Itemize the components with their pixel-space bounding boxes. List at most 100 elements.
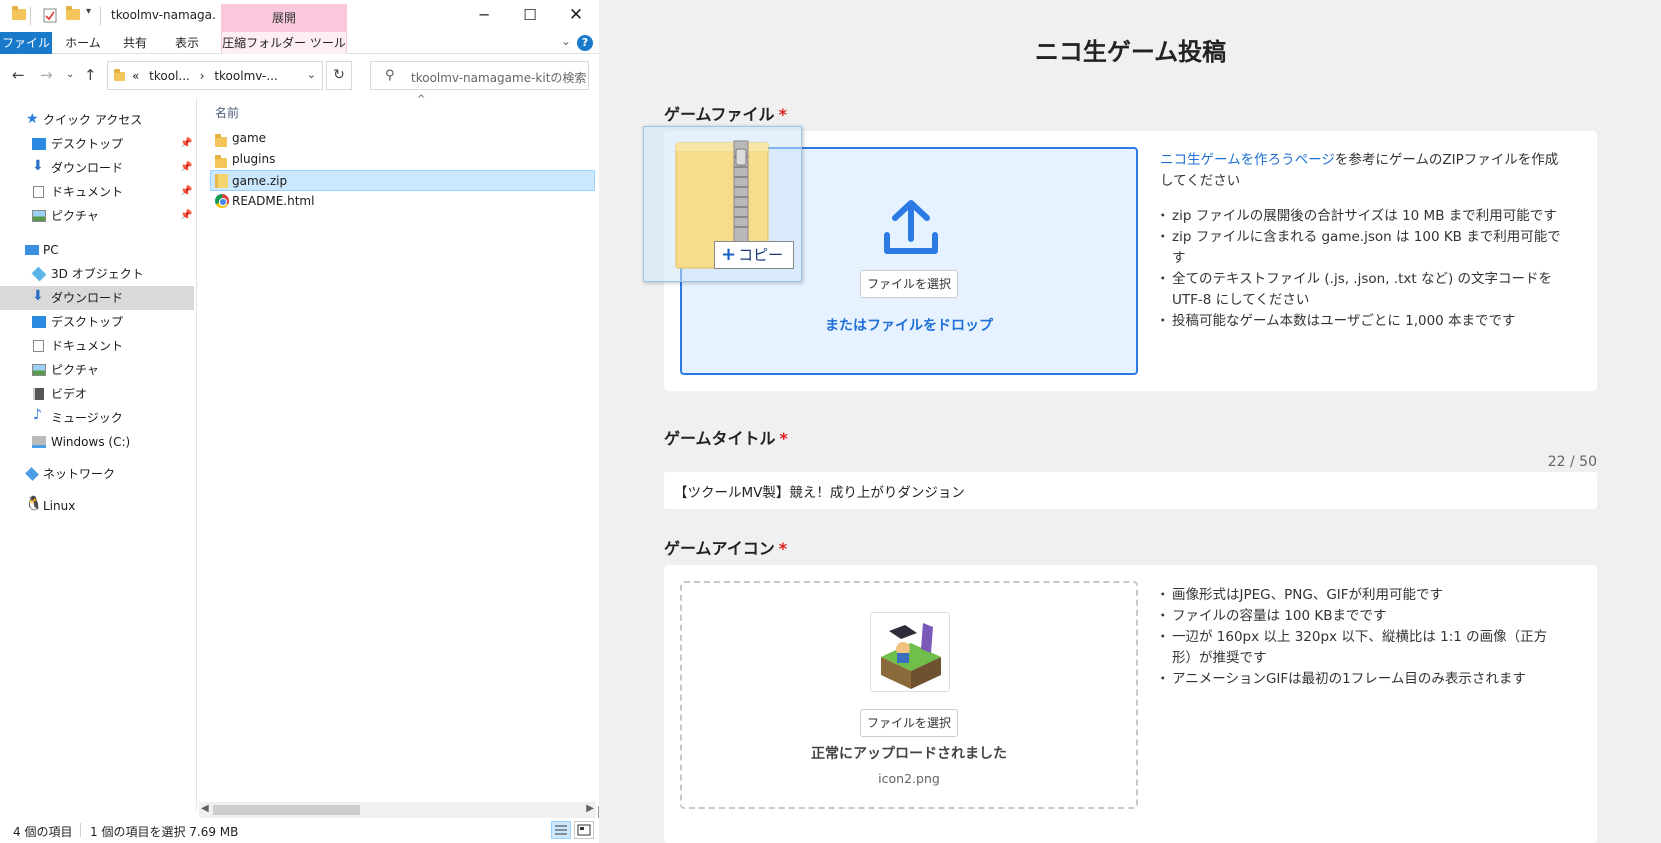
qat-dropdown-icon[interactable]: ▾ — [86, 6, 91, 17]
nav-quick-access[interactable]: ★ クイック アクセス — [0, 108, 194, 132]
chevron-down-icon[interactable]: ⌄ — [307, 68, 316, 81]
search-input[interactable]: ⚲ tkoolmv-namagame-kitの検索 — [370, 61, 589, 90]
nav-label: ダウンロード — [51, 291, 124, 305]
game-title-input[interactable]: 【ツクールMV製】競え！成り上がりダンジョン — [664, 472, 1597, 509]
pc-icon — [25, 245, 39, 255]
forward-arrow-icon[interactable]: → — [40, 66, 53, 84]
chrome-icon — [215, 194, 229, 208]
title-char-count: 22 / 50 — [1547, 454, 1597, 470]
copy-badge: + コピー — [714, 241, 794, 269]
rule-item: 投稿可能なゲーム本数はユーザごとに 1,000 本までです — [1156, 311, 1570, 332]
scrollbar-thumb[interactable] — [213, 805, 360, 815]
file-row-game[interactable]: game — [211, 128, 596, 149]
tab-view[interactable]: 表示 — [164, 32, 210, 54]
context-tab-header[interactable]: 展開 — [221, 4, 347, 32]
back-arrow-icon[interactable]: ← — [12, 66, 25, 84]
separator — [100, 7, 101, 25]
scroll-right-arrow-icon[interactable]: ▶ — [586, 803, 594, 814]
address-path: « tkool... › tkoolmv-... — [132, 69, 278, 83]
nav-pc-videos[interactable]: ビデオ — [0, 382, 194, 406]
choose-icon-button[interactable]: ファイルを選択 — [860, 709, 958, 737]
nav-pictures[interactable]: ピクチャ 📌 — [0, 204, 194, 228]
nav-3d-objects[interactable]: 3D オブジェクト — [0, 262, 194, 286]
nav-pc[interactable]: PC — [0, 238, 194, 262]
upload-icon — [884, 200, 938, 254]
pin-icon[interactable]: 📌 — [180, 204, 192, 228]
pin-icon[interactable]: 📌 — [180, 156, 192, 180]
file-row-readme[interactable]: README.html — [211, 191, 596, 212]
nav-label: ミュージック — [51, 411, 123, 425]
ribbon-tabs: ファイル ホーム 共有 表示 圧縮フォルダー ツール ⌄ ? — [0, 32, 599, 54]
nav-label: 3D オブジェクト — [51, 267, 144, 281]
sort-ascending-icon: ^ — [417, 94, 426, 105]
refresh-button[interactable]: ↻ — [326, 61, 352, 90]
zip-folder-icon — [215, 174, 228, 188]
required-mark: * — [779, 429, 788, 448]
game-icon-image — [871, 613, 949, 691]
required-mark: * — [778, 105, 787, 124]
desktop-icon — [32, 316, 46, 328]
large-icons-view-button[interactable] — [574, 821, 594, 839]
create-game-link[interactable]: ニコ生ゲームを作ろうページ — [1160, 152, 1335, 168]
rule-item: アニメーションGIFは最初の1フレーム目のみ表示されます — [1156, 669, 1560, 690]
properties-icon[interactable] — [43, 8, 57, 23]
status-bar: 4 個の項目 1 個の項目を選択 7.69 MB — [0, 818, 599, 843]
file-name: game.zip — [232, 174, 288, 188]
close-button[interactable]: ✕ — [553, 0, 599, 30]
nav-label: ピクチャ — [51, 363, 99, 377]
nav-desktop[interactable]: デスクトップ 📌 — [0, 132, 194, 156]
recent-dropdown-icon[interactable]: ⌄ — [66, 69, 74, 80]
large-icons-view-icon — [577, 824, 591, 836]
nav-documents[interactable]: ドキュメント 📌 — [0, 180, 194, 204]
game-file-card: ファイルを選択 またはファイルをドロップ ニコ生ゲームを作ろうページを参考にゲー… — [664, 131, 1597, 391]
nav-pc-desktop[interactable]: デスクトップ — [0, 310, 194, 334]
search-placeholder: tkoolmv-namagame-kitの検索 — [411, 71, 587, 85]
game-file-instructions: ニコ生ゲームを作ろうページを参考にゲームのZIPファイルを作成してください zi… — [1156, 150, 1570, 332]
nav-label: デスクトップ — [51, 137, 124, 151]
file-list: ^ 名前 game plugins game.zip README.html — [197, 94, 599, 806]
nav-windows-c[interactable]: Windows (C:) — [0, 430, 194, 454]
game-icon-dropzone[interactable]: ファイルを選択 正常にアップロードされました icon2.png — [680, 581, 1138, 809]
pin-icon[interactable]: 📌 — [180, 132, 192, 156]
tab-compressed-folder-tools[interactable]: 圧縮フォルダー ツール — [221, 32, 347, 54]
copy-label: コピー — [738, 246, 784, 264]
tab-file[interactable]: ファイル — [0, 32, 52, 54]
nav-network[interactable]: ネットワーク — [0, 462, 194, 486]
desktop-icon — [32, 138, 46, 150]
section-label-text: ゲームアイコン — [664, 539, 775, 558]
address-bar[interactable]: « tkool... › tkoolmv-... ⌄ — [107, 61, 323, 90]
maximize-button[interactable]: ☐ — [507, 0, 553, 30]
file-row-plugins[interactable]: plugins — [211, 149, 596, 170]
scroll-left-arrow-icon[interactable]: ◀ — [201, 803, 209, 814]
cube-icon — [31, 266, 47, 282]
tab-home[interactable]: ホーム — [58, 32, 108, 54]
help-icon[interactable]: ? — [577, 35, 593, 51]
column-header-name[interactable]: 名前 — [215, 104, 239, 121]
tab-share[interactable]: 共有 — [112, 32, 158, 54]
file-row-game-zip[interactable]: game.zip — [210, 170, 595, 191]
chevron-down-icon[interactable]: ⌄ — [561, 34, 571, 48]
choose-file-button[interactable]: ファイルを選択 — [860, 270, 958, 298]
nav-linux[interactable]: 🐧 Linux — [0, 494, 194, 518]
game-icon-rules: 画像形式はJPEG、PNG、GIFが利用可能です ファイルの容量は 100 KB… — [1156, 585, 1560, 690]
minimize-button[interactable]: ─ — [461, 0, 507, 30]
nav-pc-music[interactable]: ♪ ミュージック — [0, 406, 194, 430]
download-icon: ⬇ — [32, 158, 44, 174]
pin-icon[interactable]: 📌 — [180, 180, 192, 204]
nav-pc-downloads[interactable]: ⬇ ダウンロード — [0, 286, 194, 310]
star-icon: ★ — [26, 111, 39, 127]
breadcrumb-part[interactable]: tkoolmv-... — [214, 69, 278, 83]
address-prefix: « — [132, 69, 140, 83]
horizontal-scrollbar[interactable]: ◀ ▶ — [199, 802, 596, 818]
nav-pc-documents[interactable]: ドキュメント — [0, 334, 194, 358]
file-name: plugins — [232, 152, 276, 166]
details-view-button[interactable] — [551, 821, 571, 839]
up-arrow-icon[interactable]: ↑ — [84, 66, 97, 84]
document-icon — [33, 340, 44, 352]
nav-pc-pictures[interactable]: ピクチャ — [0, 358, 194, 382]
breadcrumb-part[interactable]: tkool... — [149, 69, 190, 83]
new-folder-icon[interactable] — [66, 6, 80, 23]
file-name: game — [232, 131, 267, 145]
rule-item: ファイルの容量は 100 KBまでです — [1156, 606, 1560, 627]
nav-downloads[interactable]: ⬇ ダウンロード 📌 — [0, 156, 194, 180]
